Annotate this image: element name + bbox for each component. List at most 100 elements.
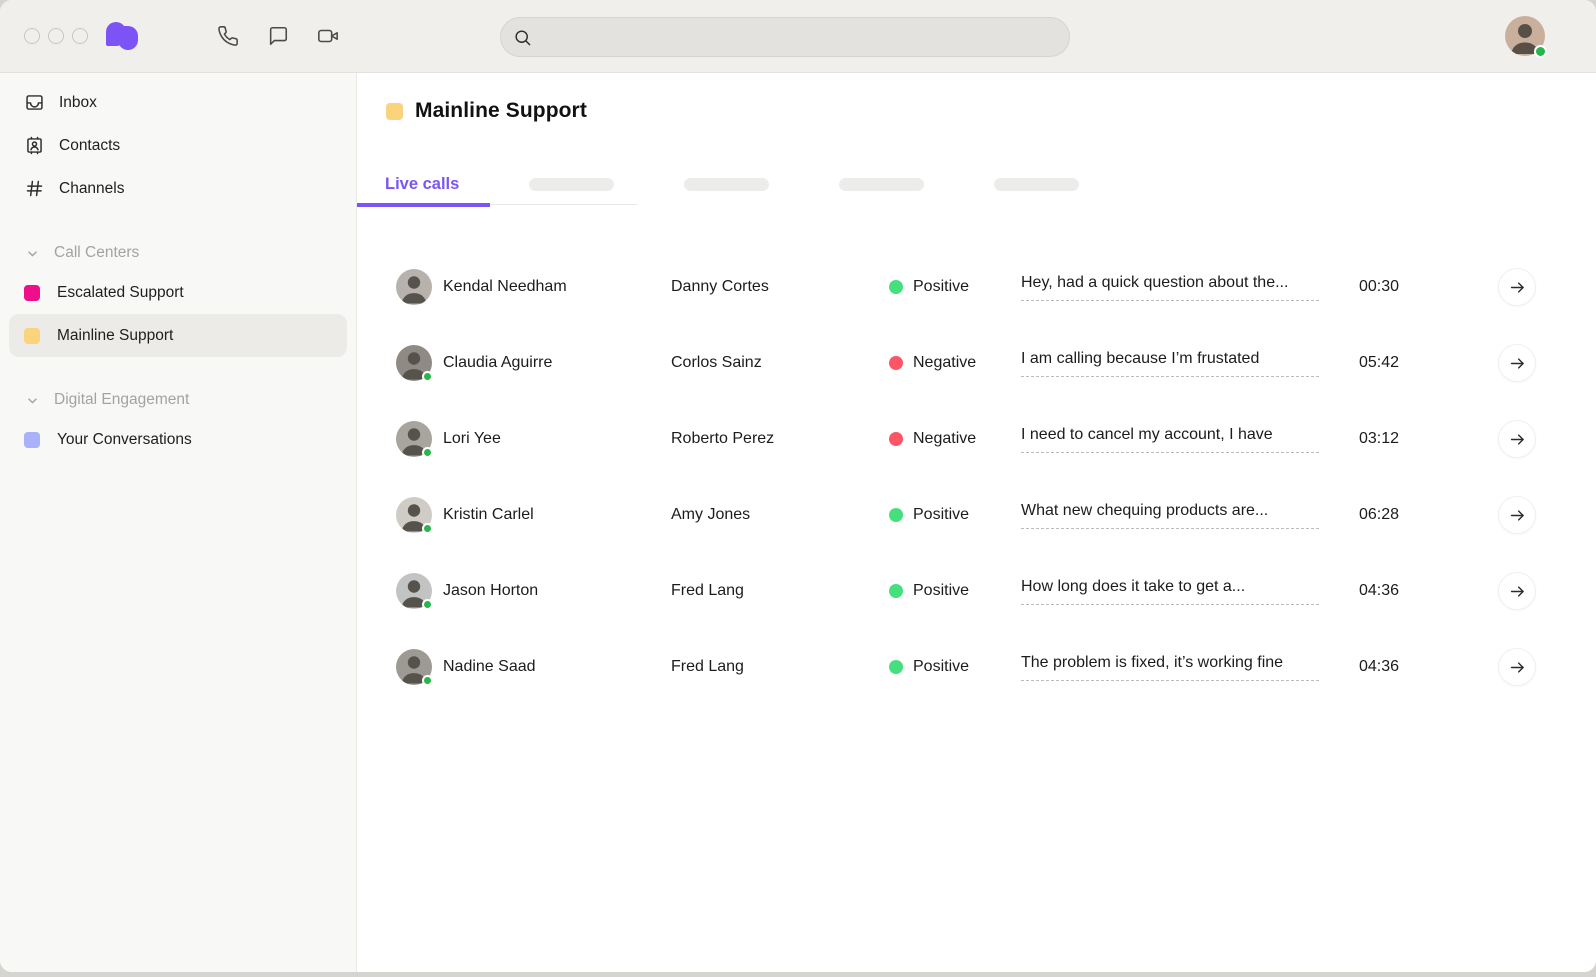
sentiment-label: Positive: [913, 278, 969, 296]
sentiment-cell: Positive: [889, 658, 1021, 676]
open-call-button[interactable]: [1498, 344, 1536, 382]
window-control-dot[interactable]: [24, 28, 40, 44]
tab-bar: Live calls: [357, 163, 1596, 205]
agent-avatar: [396, 421, 432, 457]
arrow-right-icon: [1508, 354, 1527, 373]
caller-name: Fred Lang: [671, 658, 889, 676]
sentiment-label: Negative: [913, 430, 976, 448]
agent-avatar: [396, 269, 432, 305]
channel-color-square: [386, 103, 403, 120]
avatar-photo: [396, 269, 432, 305]
tab-live-calls[interactable]: Live calls: [385, 175, 459, 194]
sidebar-channel-escalated-support[interactable]: Escalated Support: [9, 271, 347, 314]
chat-icon[interactable]: [266, 24, 290, 48]
main-panel: Mainline Support Live calls: [357, 73, 1596, 972]
call-duration: 05:42: [1319, 354, 1498, 372]
channel-color-square: [24, 285, 40, 301]
open-call-button[interactable]: [1498, 648, 1536, 686]
contacts-icon: [24, 135, 45, 156]
sentiment-label: Positive: [913, 582, 969, 600]
topbar: [0, 0, 1596, 73]
channel-label: Escalated Support: [57, 284, 184, 302]
sentiment-dot: [889, 280, 903, 294]
agent-avatar: [396, 649, 432, 685]
online-status-dot: [422, 447, 433, 458]
call-duration: 04:36: [1319, 658, 1498, 676]
logo-blob-right: [118, 26, 138, 50]
tab-placeholder[interactable]: [994, 178, 1079, 191]
sentiment-label: Positive: [913, 658, 969, 676]
sidebar-item-contacts[interactable]: Contacts: [0, 124, 356, 167]
call-row[interactable]: Nadine Saad Fred Lang Positive The probl…: [357, 629, 1596, 705]
sidebar-section: Call Centers Escalated Support Mainline …: [0, 235, 356, 357]
arrow-right-icon: [1508, 430, 1527, 449]
caller-name: Corlos Sainz: [671, 354, 889, 372]
window-control-dot[interactable]: [72, 28, 88, 44]
call-row[interactable]: Kendal Needham Danny Cortes Positive Hey…: [357, 249, 1596, 325]
sentiment-cell: Positive: [889, 506, 1021, 524]
live-transcript-snippet[interactable]: The problem is fixed, it’s working fine: [1021, 654, 1319, 681]
sidebar-item-inbox[interactable]: Inbox: [0, 81, 356, 124]
open-call-button[interactable]: [1498, 496, 1536, 534]
sidebar-item-channels[interactable]: Channels: [0, 167, 356, 210]
call-row[interactable]: Kristin Carlel Amy Jones Positive What n…: [357, 477, 1596, 553]
channel-label: Your Conversations: [57, 431, 192, 449]
call-row[interactable]: Jason Horton Fred Lang Positive How long…: [357, 553, 1596, 629]
open-call-button[interactable]: [1498, 268, 1536, 306]
phone-icon[interactable]: [216, 24, 240, 48]
call-duration: 06:28: [1319, 506, 1498, 524]
agent-name: Kendal Needham: [443, 278, 671, 296]
search-bar[interactable]: [500, 17, 1070, 57]
window-control-dot[interactable]: [48, 28, 64, 44]
live-transcript-snippet[interactable]: Hey, had a quick question about the...: [1021, 274, 1319, 301]
sidebar-section-header[interactable]: Call Centers: [0, 235, 356, 271]
online-status-dot: [422, 599, 433, 610]
sidebar-channel-mainline-support[interactable]: Mainline Support: [9, 314, 347, 357]
live-transcript-snippet[interactable]: I am calling because I’m frustated: [1021, 350, 1319, 377]
tab-placeholder[interactable]: [839, 178, 924, 191]
tab-placeholder[interactable]: [529, 178, 614, 191]
call-duration: 03:12: [1319, 430, 1498, 448]
channel-color-square: [24, 432, 40, 448]
sidebar-channel-your-conversations[interactable]: Your Conversations: [9, 418, 347, 461]
online-status-dot: [422, 371, 433, 382]
sentiment-label: Positive: [913, 506, 969, 524]
user-avatar[interactable]: [1505, 16, 1545, 56]
open-call-button[interactable]: [1498, 572, 1536, 610]
live-calls-list: Kendal Needham Danny Cortes Positive Hey…: [357, 249, 1596, 705]
online-status-dot: [1534, 45, 1547, 58]
call-row[interactable]: Lori Yee Roberto Perez Negative I need t…: [357, 401, 1596, 477]
sidebar-section-label: Digital Engagement: [54, 391, 189, 409]
live-transcript-snippet[interactable]: How long does it take to get a...: [1021, 578, 1319, 605]
sidebar-item-label: Channels: [59, 180, 125, 198]
call-row[interactable]: Claudia Aguirre Corlos Sainz Negative I …: [357, 325, 1596, 401]
sidebar-section-header[interactable]: Digital Engagement: [0, 382, 356, 418]
caller-name: Amy Jones: [671, 506, 889, 524]
tab-divider: [357, 204, 637, 205]
search-input[interactable]: [540, 29, 1069, 46]
hash-icon: [24, 178, 45, 199]
window-controls: [24, 28, 88, 44]
caller-name: Fred Lang: [671, 582, 889, 600]
live-transcript-snippet[interactable]: I need to cancel my account, I have: [1021, 426, 1319, 453]
dialpad-logo: [106, 21, 140, 51]
live-transcript-snippet[interactable]: What new chequing products are...: [1021, 502, 1319, 529]
page-header: Mainline Support: [386, 99, 1596, 123]
caller-name: Danny Cortes: [671, 278, 889, 296]
sentiment-cell: Positive: [889, 278, 1021, 296]
sidebar-item-label: Inbox: [59, 94, 97, 112]
chevron-down-icon: [24, 392, 41, 409]
sidebar: Inbox Contacts Channels Call Centers Esc…: [0, 73, 357, 972]
agent-name: Claudia Aguirre: [443, 354, 671, 372]
topbar-actions: [216, 24, 340, 48]
sentiment-label: Negative: [913, 354, 976, 372]
online-status-dot: [422, 523, 433, 534]
sidebar-section-label: Call Centers: [54, 244, 139, 262]
tab-placeholder[interactable]: [684, 178, 769, 191]
arrow-right-icon: [1508, 582, 1527, 601]
agent-name: Lori Yee: [443, 430, 671, 448]
sentiment-dot: [889, 356, 903, 370]
video-icon[interactable]: [316, 24, 340, 48]
open-call-button[interactable]: [1498, 420, 1536, 458]
chevron-down-icon: [24, 245, 41, 262]
